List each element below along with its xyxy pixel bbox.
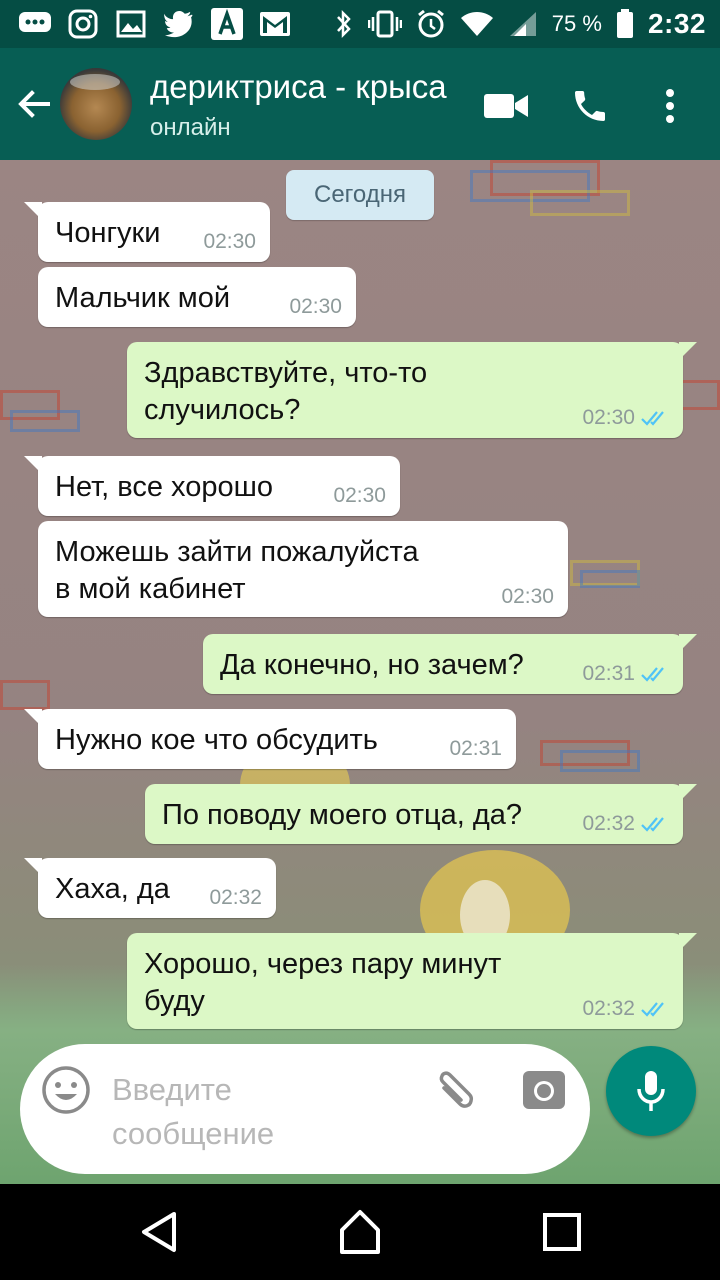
phone-call-icon[interactable] [566, 82, 614, 130]
microphone-icon [637, 1071, 665, 1111]
vibrate-icon [367, 10, 402, 38]
message-text: Нет, все хорошо [55, 471, 274, 503]
instagram-icon [66, 8, 100, 40]
message-outgoing[interactable]: Здравствуйте, что-то случилось? 02:30 [127, 342, 697, 438]
contact-status: онлайн [150, 114, 231, 141]
chat-area[interactable]: Сегодня Чонгуки 02:30 Мальчик мой 02:30 … [0, 160, 720, 1184]
message-time: 02:31 [449, 737, 502, 760]
message-text: Мальчик мой [55, 282, 231, 314]
message-text: Нужно кое что обсудить [55, 724, 378, 756]
bluetooth-icon [336, 9, 351, 39]
mic-button[interactable] [606, 1046, 696, 1136]
system-status: 75 % 2:32 [334, 8, 706, 40]
message-text: Чонгуки [55, 217, 161, 249]
chat-bubble-icon [18, 8, 52, 40]
message-incoming[interactable]: Мальчик мой 02:30 [38, 267, 356, 327]
back-arrow-icon[interactable] [14, 84, 54, 124]
message-time: 02:30 [501, 585, 554, 608]
message-composer: Введите сообщение [20, 1044, 590, 1174]
battery-icon [616, 9, 633, 38]
wifi-icon [460, 12, 493, 36]
paperclip-icon[interactable] [430, 1066, 478, 1114]
chat-header: дериктриса - крыса онлайн [0, 48, 720, 160]
message-time: 02:30 [582, 406, 669, 430]
message-text: Хаха, да [55, 873, 170, 905]
home-nav-icon[interactable] [334, 1206, 386, 1258]
message-incoming[interactable]: Нет, все хорошо 02:30 [24, 456, 400, 516]
message-time: 02:31 [582, 662, 669, 686]
navigation-bar [0, 1184, 720, 1280]
camera-icon[interactable] [520, 1066, 568, 1114]
message-time: 02:30 [289, 295, 342, 318]
double-check-icon [641, 817, 664, 832]
message-input[interactable]: Введите сообщение [112, 1068, 412, 1156]
message-time: 02:32 [209, 886, 262, 909]
message-text: Да конечно, но зачем? [220, 649, 524, 681]
signal-icon [509, 12, 536, 36]
message-incoming[interactable]: Чонгуки 02:30 [24, 202, 270, 262]
battery-percent: 75 % [551, 11, 602, 36]
emoji-icon[interactable] [40, 1064, 92, 1116]
message-text: Здравствуйте, что-то случилось? [144, 357, 428, 426]
contact-name[interactable]: дериктриса - крыса [150, 68, 447, 106]
recents-nav-icon[interactable] [536, 1206, 588, 1258]
back-nav-icon[interactable] [134, 1206, 186, 1258]
message-text: Можешь зайти пожалуйста в мой кабинет [55, 536, 419, 605]
message-time: 02:32 [582, 812, 669, 836]
double-check-icon [641, 667, 664, 682]
message-outgoing[interactable]: Хорошо, через пару минут буду 02:32 [127, 933, 697, 1029]
twitter-icon [162, 8, 196, 40]
message-time: 02:32 [582, 997, 669, 1021]
message-time: 02:30 [333, 484, 386, 507]
alarm-icon [417, 9, 444, 38]
image-icon [114, 8, 148, 40]
message-outgoing[interactable]: По поводу моего отца, да? 02:32 [145, 784, 697, 844]
clock: 2:32 [647, 8, 706, 39]
notification-icons [18, 8, 292, 40]
double-check-icon [641, 1002, 664, 1017]
double-check-icon [641, 411, 664, 426]
message-outgoing[interactable]: Да конечно, но зачем? 02:31 [203, 634, 697, 694]
message-incoming[interactable]: Можешь зайти пожалуйста в мой кабинет 02… [38, 521, 568, 617]
date-separator: Сегодня [286, 170, 434, 220]
message-incoming[interactable]: Хаха, да 02:32 [24, 858, 276, 918]
message-incoming[interactable]: Нужно кое что обсудить 02:31 [24, 709, 516, 769]
gmail-icon [258, 8, 292, 40]
message-text: По поводу моего отца, да? [162, 799, 523, 831]
video-call-icon[interactable] [482, 82, 530, 130]
a-app-icon [210, 8, 244, 40]
avatar[interactable] [60, 68, 132, 140]
message-text: Хорошо, через пару минут буду [144, 948, 502, 1017]
status-bar: 75 % 2:32 [0, 0, 720, 48]
message-time: 02:30 [203, 230, 256, 253]
more-options-icon[interactable] [646, 82, 694, 130]
